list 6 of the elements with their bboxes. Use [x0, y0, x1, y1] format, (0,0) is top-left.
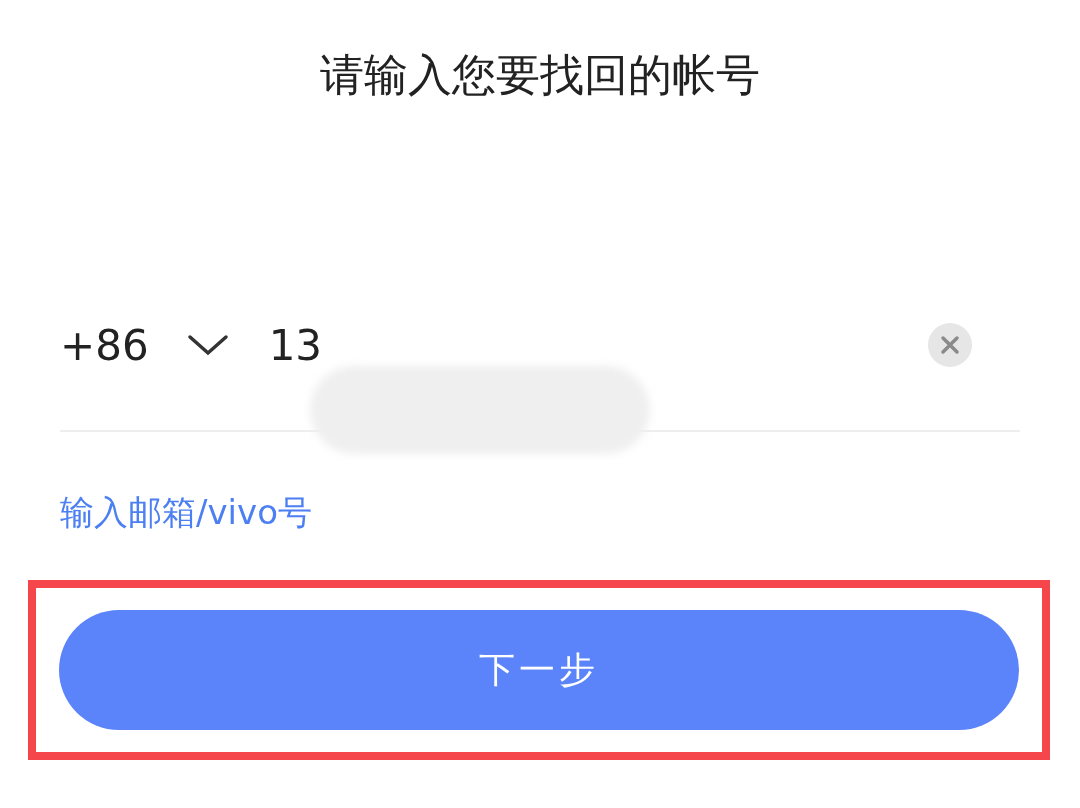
clear-icon[interactable] [928, 323, 972, 367]
page-title: 请输入您要找回的帐号 [319, 48, 761, 102]
email-vivo-link[interactable]: 输入邮箱/vivo号 [60, 490, 312, 536]
phone-input-field[interactable]: 13 [268, 320, 928, 370]
country-code[interactable]: +86 [60, 320, 149, 370]
chevron-down-icon[interactable] [186, 333, 229, 357]
